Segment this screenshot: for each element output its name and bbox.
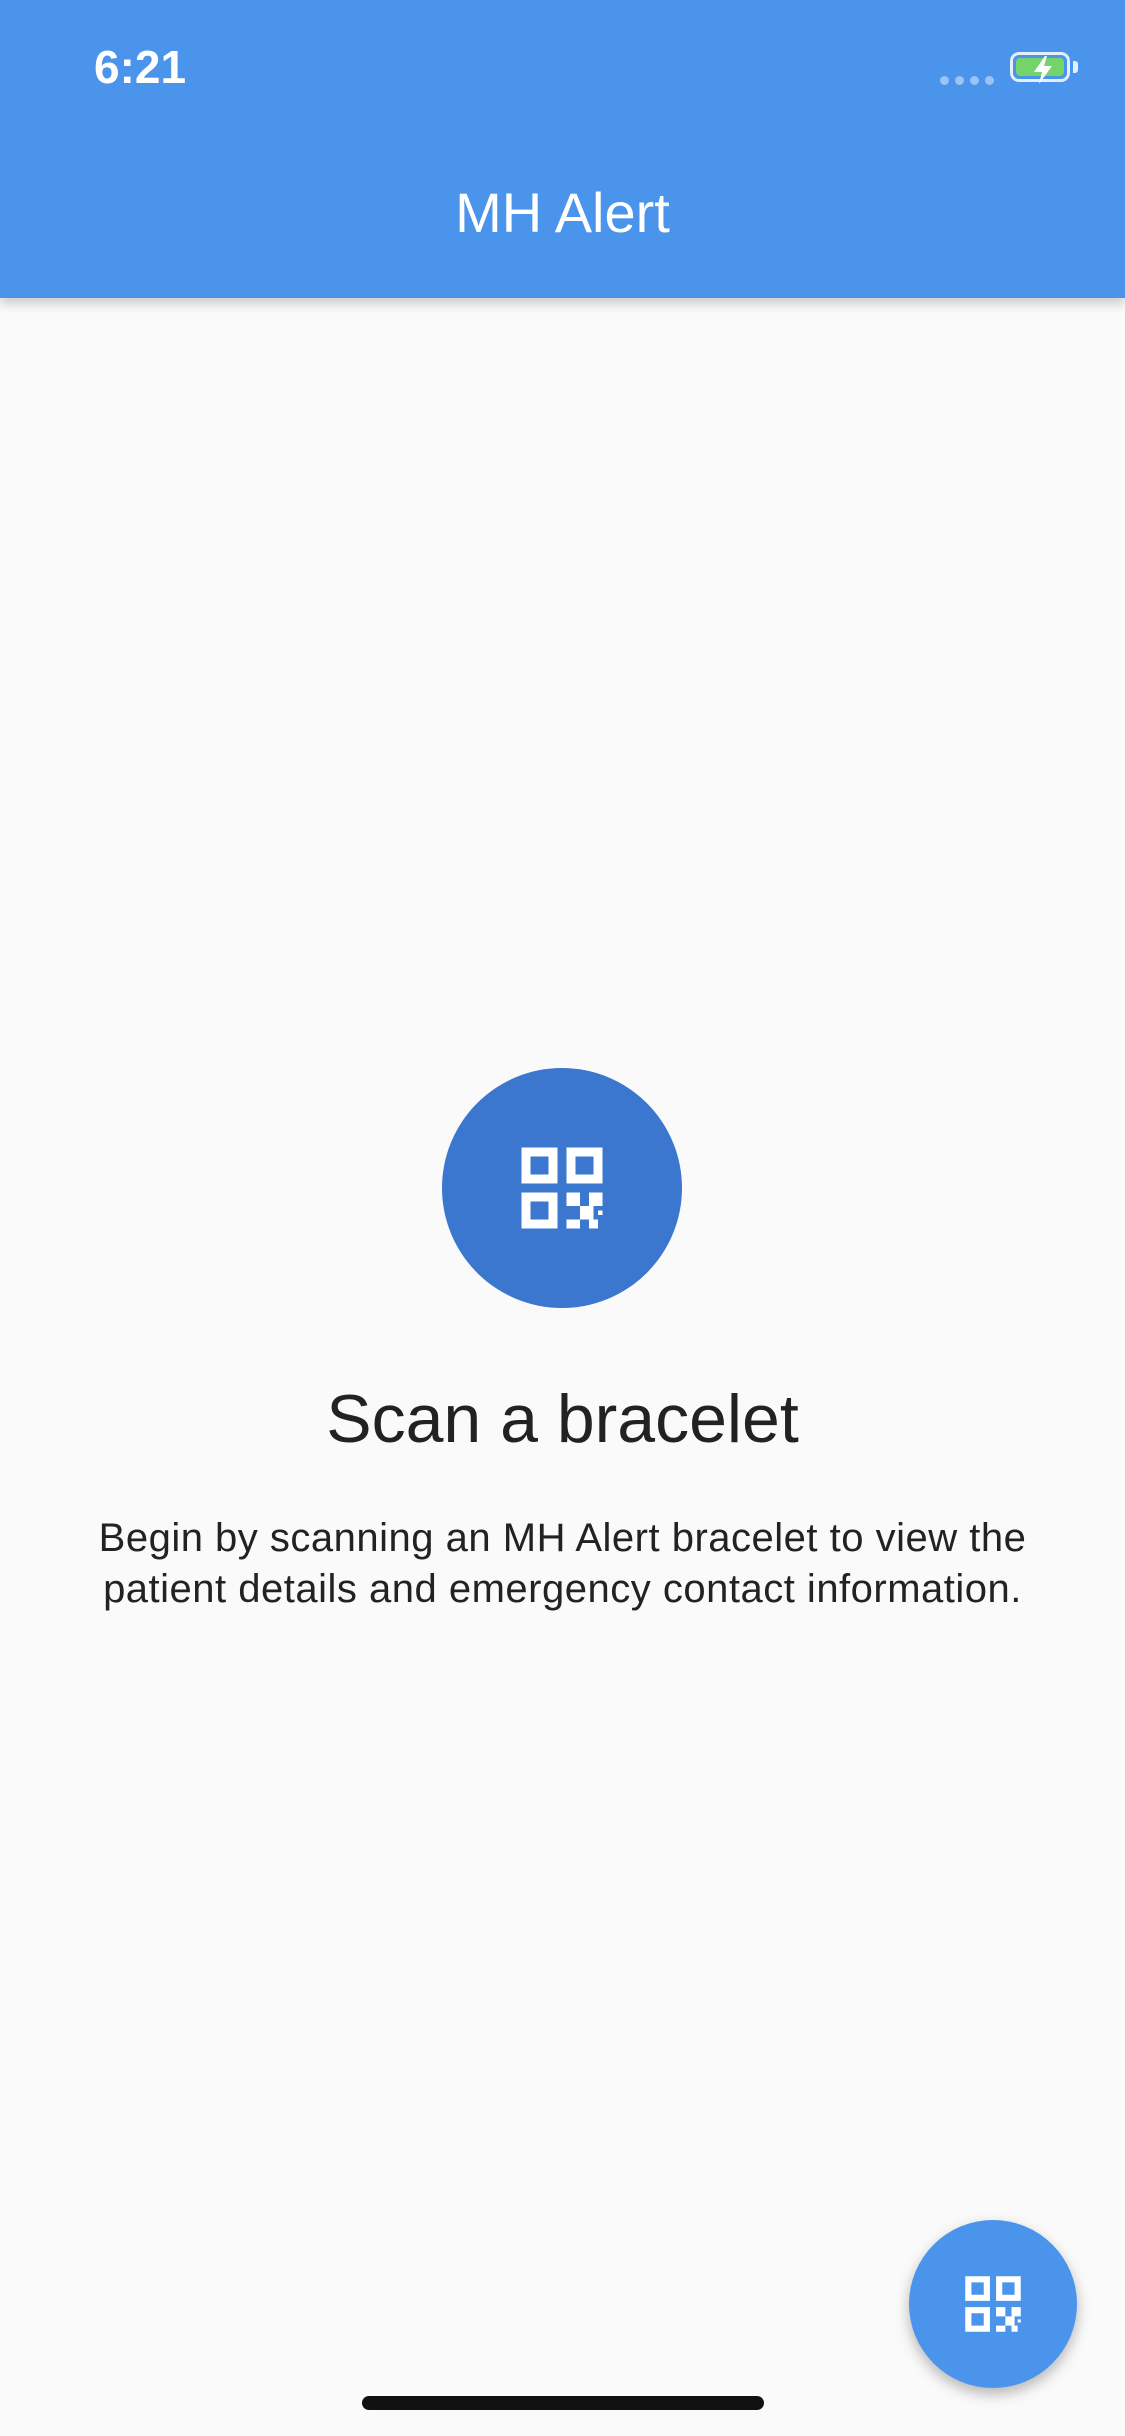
scan-qr-button[interactable] bbox=[909, 2220, 1077, 2388]
qr-code-icon bbox=[442, 1068, 682, 1308]
battery-icon bbox=[1010, 52, 1070, 84]
screen: 6:21 MH Alert Scan a bracelet Begin by s… bbox=[0, 0, 1125, 2436]
qr-code-icon bbox=[965, 2276, 1021, 2332]
status-time: 6:21 bbox=[94, 41, 187, 93]
home-indicator[interactable] bbox=[362, 2396, 764, 2410]
battery-tip bbox=[1073, 61, 1078, 73]
empty-state-title: Scan a bracelet bbox=[326, 1381, 799, 1457]
app-title: MH Alert bbox=[455, 181, 670, 244]
empty-state-description: Begin by scanning an MH Alert bracelet t… bbox=[98, 1516, 1027, 1611]
signal-icon bbox=[940, 76, 994, 85]
qr-code-glyph bbox=[521, 1147, 603, 1229]
app-bar: 6:21 MH Alert bbox=[0, 0, 1125, 298]
charging-bolt-icon bbox=[1034, 56, 1052, 84]
